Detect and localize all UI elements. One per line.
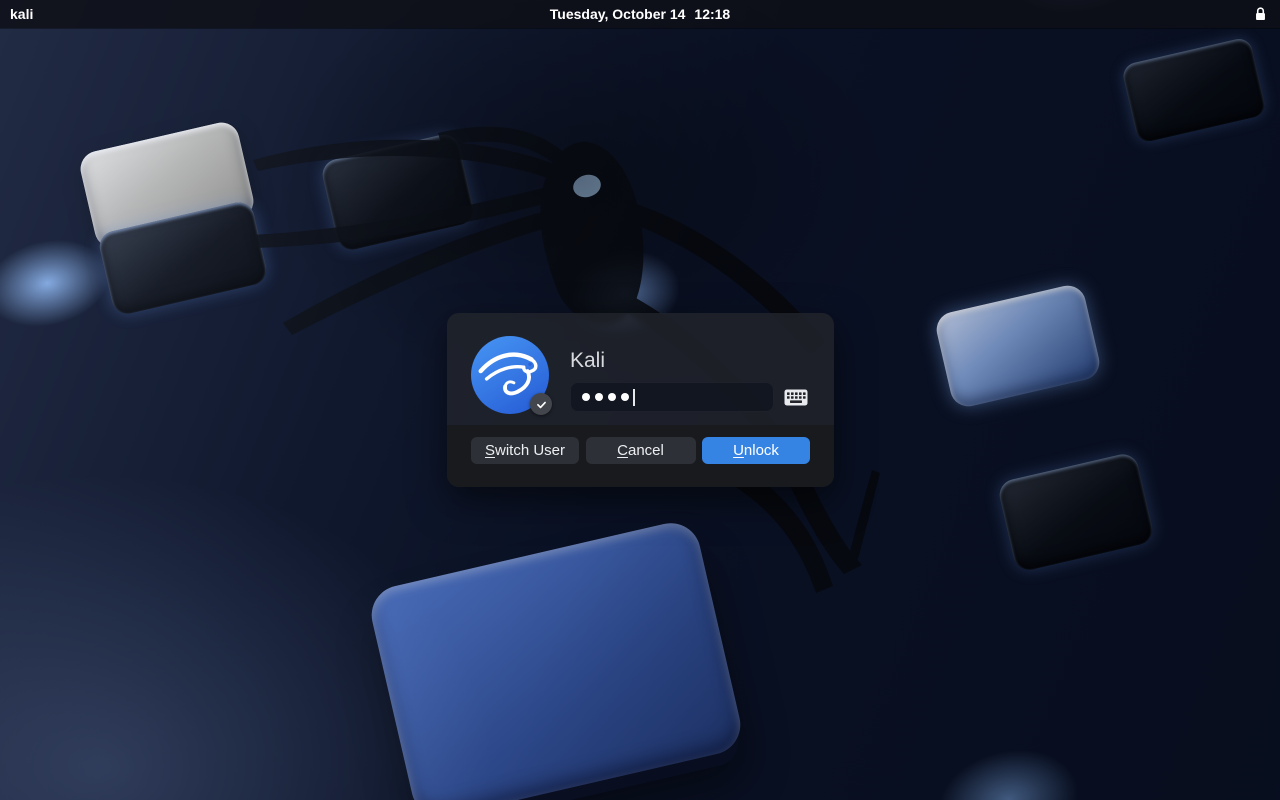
cancel-button[interactable]: Cancel [585, 437, 696, 464]
clock-time: 12:18 [694, 6, 731, 22]
credential-fields: Kali [570, 336, 810, 425]
password-dots [582, 393, 629, 401]
clock: Tuesday, October 14 12:18 [550, 6, 730, 22]
switch-user-button[interactable]: Switch User [471, 437, 579, 464]
check-badge [530, 393, 552, 415]
top-bar: kali Tuesday, October 14 12:18 [0, 0, 1280, 28]
password-input[interactable] [570, 382, 774, 412]
keyboard-icon [784, 389, 808, 405]
session-username: kali [10, 6, 34, 22]
on-screen-keyboard-button[interactable] [782, 387, 810, 408]
password-dot [621, 393, 629, 401]
dialog-actions: Switch User Cancel Unlock [447, 425, 834, 487]
lock-screen: kali Tuesday, October 14 12:18 Kali S wi… [0, 0, 1280, 800]
lock-icon [1254, 6, 1267, 22]
password-dot [595, 393, 603, 401]
dialog-top-section: Kali [447, 313, 834, 425]
check-icon [536, 401, 546, 408]
password-dot [608, 393, 616, 401]
unlock-button[interactable]: Unlock [702, 437, 810, 464]
clock-date: Tuesday, October 14 [549, 6, 686, 22]
password-dot [582, 393, 590, 401]
unlock-dialog: Kali S witch User C ancel U nlock [447, 313, 834, 487]
username-label: Kali [570, 349, 606, 372]
text-caret [633, 388, 635, 406]
password-row [570, 382, 810, 412]
user-avatar [471, 336, 552, 415]
